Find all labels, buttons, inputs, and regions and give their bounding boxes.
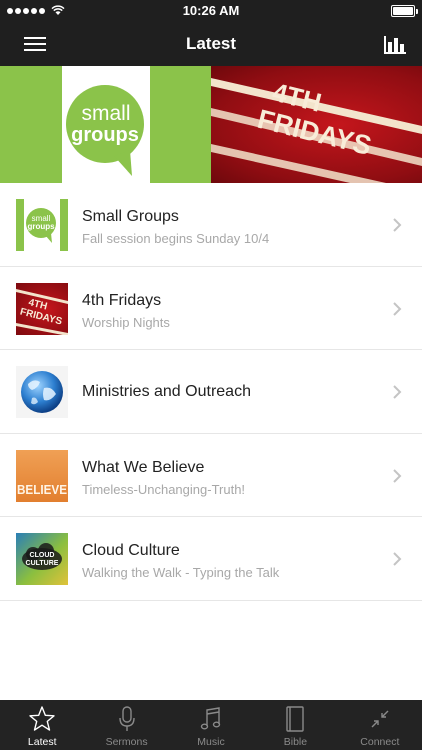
page-title: Latest [185,34,237,53]
battery-icon [391,5,418,17]
item-subtitle: Worship Nights [82,314,170,330]
globe-thumbnail [16,366,68,419]
tab-label: Music [197,736,225,748]
fourth-fridays-banner: 4TH FRIDAYS [211,66,422,183]
svg-text:BELIEVE: BELIEVE [17,483,67,497]
tab-latest[interactable]: Latest [0,700,84,750]
list-item-ministries-and-outreach[interactable]: Ministries and Outreach [0,350,422,434]
star-icon [29,706,55,731]
tab-bible[interactable]: Bible [253,700,337,750]
chevron-right-icon [393,385,402,399]
tab-label: Bible [283,736,308,748]
tab-connect[interactable]: Connect [338,700,422,750]
item-subtitle: Fall session begins Sunday 10/4 [82,231,270,246]
item-title: Ministries and Outreach [82,383,251,401]
content-list: small groups Small Groups Fall session b… [0,183,422,601]
music-note-icon [200,707,221,730]
hero-banner[interactable]: small groups 4TH FRIDAYS [0,66,422,183]
chevron-right-icon [393,552,402,567]
book-icon [286,706,305,732]
fourth-fridays-thumbnail: 4TH FRIDAYS [16,282,68,335]
chevron-right-icon [393,301,402,316]
item-subtitle: Timeless-Unchanging-Truth! [82,481,246,497]
bar-chart-icon[interactable] [384,34,406,54]
tab-bar: Latest Sermons Music Bible Connect [0,700,422,750]
cloud-culture-thumbnail: CLOUD CULTURE [16,533,68,586]
svg-text:CLOUD: CLOUD [30,552,55,559]
chevron-right-icon [393,469,402,483]
chevron-right-icon [393,218,402,232]
item-title: 4th Fridays [82,291,162,309]
small-groups-logo: small groups [66,85,144,176]
tab-label: Latest [27,736,57,748]
globe-icon [21,371,63,414]
status-bar: 10:26 AM [0,0,422,22]
tab-label: Sermons [105,736,148,748]
item-title: Small Groups [82,208,179,225]
svg-text:CULTURE: CULTURE [26,560,59,567]
connect-arrows-icon [371,710,389,728]
item-subtitle: Walking the Walk - Typing the Talk [82,565,280,581]
believe-thumbnail: BELIEVE [16,449,68,502]
list-item-cloud-culture[interactable]: CLOUD CULTURE Cloud Culture Walking the … [0,517,422,601]
list-item-4th-fridays[interactable]: 4TH FRIDAYS 4th Fridays Worship Nights [0,266,422,351]
tab-label: Connect [360,736,400,748]
microphone-icon [118,706,135,731]
navigation-bar: Latest [0,22,422,66]
status-time: 10:26 AM [182,3,240,18]
list-item-small-groups[interactable]: small groups Small Groups Fall session b… [0,183,422,267]
small-groups-thumbnail: small groups [16,199,68,251]
svg-text:small: small [81,102,130,125]
svg-text:groups: groups [71,124,139,146]
tab-sermons[interactable]: Sermons [84,700,168,750]
list-item-what-we-believe[interactable]: BELIEVE What We Believe Timeless-Unchang… [0,433,422,518]
svg-text:groups: groups [27,222,55,231]
item-title: Cloud Culture [82,542,180,560]
item-title: What We Believe [82,458,205,476]
tab-music[interactable]: Music [169,700,253,750]
